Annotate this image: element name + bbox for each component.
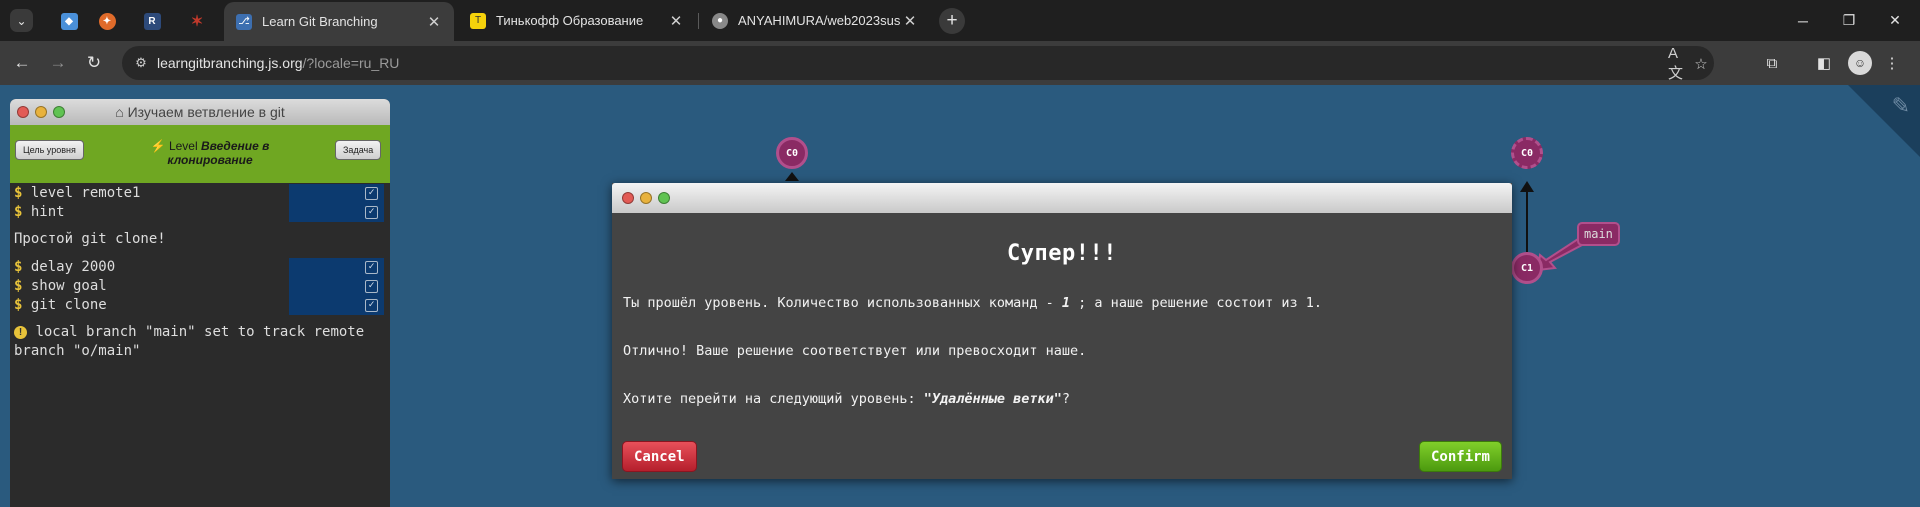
cancel-button[interactable]: Cancel bbox=[622, 441, 697, 472]
home-icon: ⌂ bbox=[115, 104, 128, 120]
git-branching-favicon-icon: ⎇ bbox=[236, 13, 252, 30]
hint-output: Простой git clone! bbox=[14, 231, 166, 247]
close-window-button[interactable]: ✕ bbox=[1872, 0, 1918, 41]
tab-github[interactable]: ● ANYAHIMURA/web2023susu30 ✕ bbox=[700, 0, 930, 41]
tab-learn-git-branching[interactable]: ⎇ Learn Git Branching ✕ bbox=[224, 2, 454, 41]
puzzle-icon[interactable]: ✎ bbox=[1892, 93, 1910, 119]
tab-search-dropdown[interactable]: ⌄ bbox=[10, 9, 33, 32]
arrow-head-icon bbox=[1520, 181, 1534, 192]
commit-node[interactable]: C1 bbox=[1511, 252, 1543, 284]
level-bar: Цель уровня ⚡ Level Введение в клонирова… bbox=[10, 125, 390, 183]
basketball-icon: ✦ bbox=[98, 12, 116, 30]
tab-title: Тинькофф Образование bbox=[496, 13, 644, 28]
panel-title: Изучаем ветвление в git bbox=[127, 104, 285, 120]
dialog-line-result: Отлично! Ваше решение соответствует или … bbox=[623, 343, 1087, 359]
github-icon: ● bbox=[712, 12, 728, 29]
site-info-icon[interactable]: ⚙ bbox=[132, 54, 150, 72]
browser-toolbar: ← → ↻ ⚙ learngitbranching.js.org/?locale… bbox=[0, 41, 1920, 85]
close-dot-icon[interactable] bbox=[622, 192, 634, 204]
commit-node[interactable]: C0 bbox=[1511, 137, 1543, 169]
checkbox-icon: ✓ bbox=[365, 280, 378, 293]
menu-kebab-icon[interactable]: ⋮ bbox=[1880, 51, 1904, 75]
close-tab-icon[interactable]: ✕ bbox=[424, 13, 444, 31]
bookmark-star-icon[interactable]: ☆ bbox=[1690, 53, 1712, 75]
profile-avatar[interactable]: ☺ bbox=[1848, 51, 1872, 75]
command-panel: ⌂ Изучаем ветвление в git Цель уровня ⚡ … bbox=[10, 99, 390, 507]
level-prefix: Level bbox=[168, 139, 198, 153]
restore-button[interactable]: ❐ bbox=[1826, 0, 1872, 41]
tinkoff-favicon-icon: T bbox=[470, 12, 486, 29]
window-controls bbox=[622, 192, 670, 204]
translate-icon[interactable]: A文 bbox=[1668, 45, 1690, 82]
minimize-button[interactable]: ─ bbox=[1780, 0, 1826, 41]
url-text: learngitbranching.js.org/?locale=ru_RU bbox=[157, 55, 400, 71]
dialog-line-next: Хотите перейти на следующий уровень: "Уд… bbox=[623, 391, 1071, 407]
arrow-head-icon bbox=[785, 172, 799, 181]
commit-node[interactable]: C0 bbox=[776, 137, 808, 169]
back-button[interactable]: ← bbox=[8, 49, 36, 77]
close-tab-icon[interactable]: ✕ bbox=[666, 12, 686, 30]
address-bar[interactable]: ⚙ learngitbranching.js.org/?locale=ru_RU… bbox=[122, 45, 1714, 82]
command-line: $ delay 2000 bbox=[14, 259, 116, 275]
branch-tag[interactable]: main bbox=[1577, 222, 1620, 246]
level-goal-button[interactable]: Цель уровня bbox=[15, 140, 84, 160]
side-panel-icon[interactable]: ◧ bbox=[1812, 51, 1836, 75]
close-tab-icon[interactable]: ✕ bbox=[900, 12, 920, 30]
pinned-tab-3[interactable]: R bbox=[129, 8, 175, 34]
command-line: $ git clone bbox=[14, 297, 107, 313]
forward-button[interactable]: → bbox=[44, 49, 72, 77]
panel-titlebar: ⌂ Изучаем ветвление в git bbox=[10, 99, 390, 125]
maximize-dot-icon[interactable] bbox=[658, 192, 670, 204]
command-line: $ hint bbox=[14, 204, 65, 220]
tab-bar: ⌄ ◆ ✦ R ✶ ⎇ Learn Git Branching ✕ T Тинь… bbox=[0, 0, 1920, 41]
checkbox-icon: ✓ bbox=[365, 206, 378, 219]
command-line: $ level remote1 bbox=[14, 185, 141, 201]
r-logo-icon: R bbox=[143, 12, 161, 30]
minimize-dot-icon[interactable] bbox=[640, 192, 652, 204]
command-line: $ show goal bbox=[14, 278, 107, 294]
tab-title: ANYAHIMURA/web2023susu30 bbox=[738, 13, 900, 28]
warning-icon: ! bbox=[14, 326, 27, 339]
pinned-tab-favicon-icon: ◆ bbox=[60, 12, 78, 30]
checkbox-icon: ✓ bbox=[365, 187, 378, 200]
extensions-icon[interactable]: ⧉ bbox=[1760, 51, 1784, 75]
level-name: ⚡ Level Введение в клонирование bbox=[140, 139, 280, 167]
reload-button[interactable]: ↻ bbox=[80, 49, 108, 77]
dialog-heading: Супер!!! bbox=[1007, 241, 1117, 266]
task-button[interactable]: Задача bbox=[335, 140, 382, 160]
figure-icon: ✶ bbox=[190, 13, 204, 30]
tab-separator bbox=[698, 13, 699, 29]
new-tab-button[interactable]: + bbox=[939, 8, 965, 34]
pinned-tab-2[interactable]: ✦ bbox=[84, 8, 130, 34]
checkbox-icon: ✓ bbox=[365, 261, 378, 274]
pinned-tab-4[interactable]: ✶ bbox=[174, 8, 220, 34]
confirm-button[interactable]: Confirm bbox=[1418, 441, 1502, 472]
level-complete-dialog: Супер!!! Ты прошёл уровень. Количество и… bbox=[612, 183, 1512, 479]
bolt-icon: ⚡ bbox=[150, 139, 166, 153]
page-viewport: ⌂ Изучаем ветвление в git Цель уровня ⚡ … bbox=[0, 85, 1920, 507]
dialog-line-commands: Ты прошёл уровень. Количество использова… bbox=[623, 295, 1323, 311]
warning-output: ! local branch "main" set to track remot… bbox=[14, 324, 365, 359]
checkbox-icon: ✓ bbox=[365, 299, 378, 312]
dialog-titlebar bbox=[612, 183, 1512, 213]
tab-title: Learn Git Branching bbox=[262, 14, 378, 29]
tab-tinkoff[interactable]: T Тинькофф Образование ✕ bbox=[458, 0, 696, 41]
